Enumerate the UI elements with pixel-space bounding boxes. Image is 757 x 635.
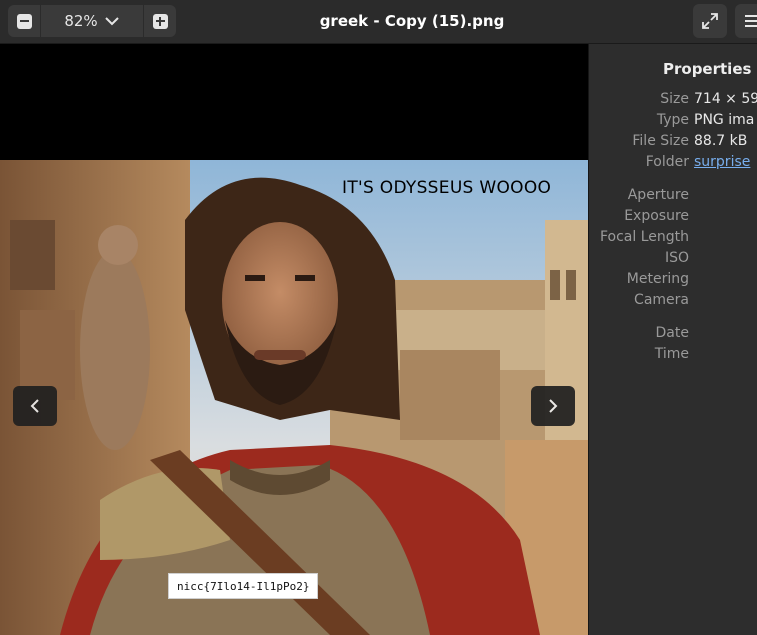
- property-row-type: Type PNG ima: [589, 112, 757, 133]
- property-row-iso: ISO: [589, 250, 757, 271]
- hamburger-menu-icon: [745, 15, 757, 27]
- zoom-level-dropdown[interactable]: 82%: [44, 5, 140, 37]
- property-row-exposure: Exposure: [589, 208, 757, 229]
- folder-link[interactable]: surprise: [694, 154, 750, 170]
- zoom-out-icon: [16, 13, 32, 29]
- property-value: 88.7 kB: [694, 133, 748, 149]
- image-overlay-label: nicc{7Ilo14-Il1pPo2}: [168, 573, 319, 599]
- fullscreen-button[interactable]: [693, 4, 727, 38]
- property-row-camera: Camera: [589, 292, 757, 313]
- property-label: Size: [660, 91, 689, 107]
- chevron-right-icon: [549, 399, 558, 413]
- property-value: PNG ima: [694, 112, 755, 128]
- fullscreen-icon: [702, 13, 718, 29]
- window-title: greek - Copy (15).png: [319, 12, 505, 30]
- property-label: Folder: [645, 154, 689, 170]
- property-label: Focal Length: [599, 229, 689, 245]
- image-caption-text: IT'S ODYSSEUS WOOOO: [342, 178, 552, 198]
- property-label: Camera: [634, 292, 689, 308]
- property-label: ISO: [664, 250, 689, 266]
- property-label: Type: [656, 112, 689, 128]
- previous-image-button[interactable]: [13, 386, 57, 426]
- property-label: Date: [655, 325, 689, 341]
- main-menu-button[interactable]: [735, 4, 757, 38]
- property-row-aperture: Aperture: [589, 187, 757, 208]
- zoom-out-button[interactable]: [8, 5, 40, 37]
- zoom-separator: [40, 5, 41, 37]
- header-bar: 82% greek - Copy (15).png: [0, 0, 757, 44]
- odysseus-portrait: [0, 160, 588, 635]
- property-value: 714 × 59: [694, 91, 757, 107]
- property-label: Time: [654, 346, 689, 362]
- property-row-focal-length: Focal Length: [589, 229, 757, 250]
- property-row-size: Size 714 × 59: [589, 91, 757, 112]
- properties-title: Properties: [663, 60, 752, 78]
- property-row-date: Date: [589, 325, 757, 346]
- property-row-metering: Metering: [589, 271, 757, 292]
- zoom-in-icon: [152, 13, 168, 29]
- property-row-folder: Folder surprise: [589, 154, 757, 175]
- property-row-file-size: File Size 88.7 kB: [589, 133, 757, 154]
- displayed-image: IT'S ODYSSEUS WOOOO nicc{7Ilo14-Il1pPo2}: [0, 160, 588, 635]
- zoom-in-button[interactable]: [144, 5, 176, 37]
- property-label: Exposure: [624, 208, 689, 224]
- property-label: File Size: [632, 133, 689, 149]
- chevron-down-icon: [104, 17, 119, 26]
- properties-panel: Properties Size 714 × 59 Type PNG ima Fi…: [589, 44, 757, 635]
- next-image-button[interactable]: [531, 386, 575, 426]
- zoom-level-value: 82%: [64, 12, 98, 30]
- property-label: Metering: [626, 271, 689, 287]
- property-row-time: Time: [589, 346, 757, 367]
- chevron-left-icon: [30, 399, 39, 413]
- image-viewer: IT'S ODYSSEUS WOOOO nicc{7Ilo14-Il1pPo2}: [0, 44, 588, 635]
- zoom-control: 82%: [8, 5, 176, 37]
- property-label: Aperture: [627, 187, 689, 203]
